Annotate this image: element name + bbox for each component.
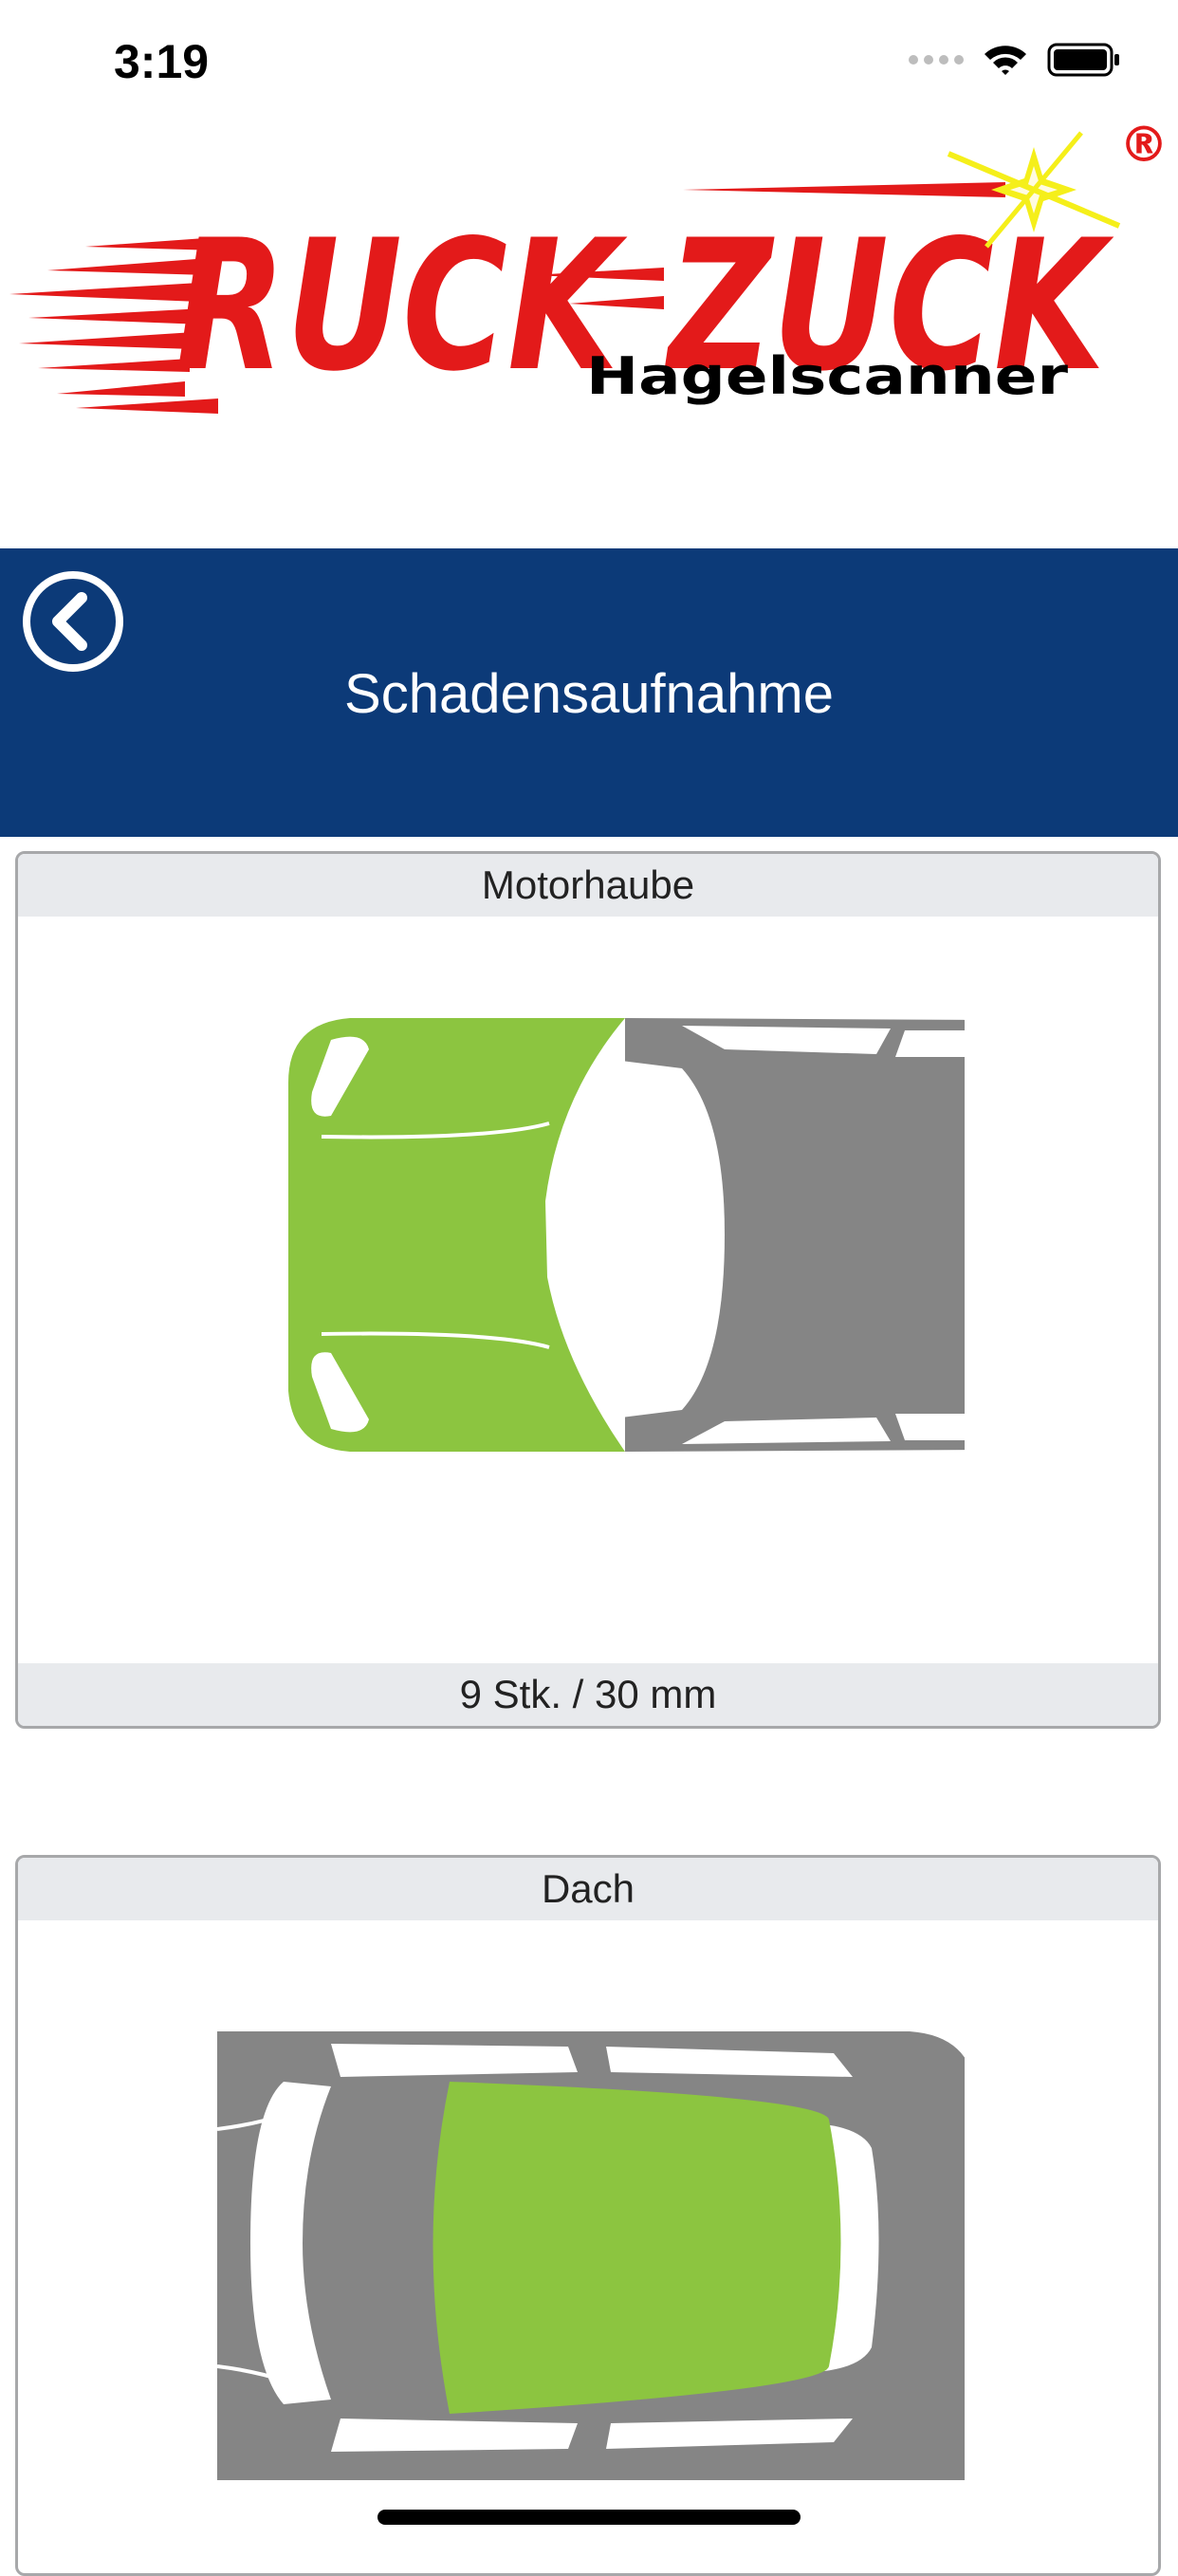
car-diagram — [18, 917, 1158, 1666]
damage-card-dach[interactable]: Dach — [15, 1855, 1161, 2576]
svg-text:Hagelscanner: Hagelscanner — [586, 346, 1068, 406]
back-button[interactable] — [21, 569, 125, 674]
page-title: Schadensaufnahme — [344, 663, 834, 725]
car-hood-highlight-image — [288, 1018, 965, 1452]
damage-card-motorhaube[interactable]: Motorhaube 9 Stk. / 30 mm — [15, 851, 1161, 1729]
card-header: Dach — [18, 1858, 1158, 1920]
svg-text:®: ® — [1119, 123, 1169, 174]
cellular-signal-icon — [909, 55, 964, 65]
status-bar: 3:19 — [0, 0, 1178, 133]
status-icons — [909, 42, 1121, 78]
wifi-icon — [985, 46, 1026, 75]
chevron-left-icon — [23, 571, 123, 672]
card-header: Motorhaube — [18, 854, 1158, 917]
home-indicator[interactable] — [377, 2510, 801, 2525]
battery-icon — [1047, 43, 1119, 77]
status-time: 3:19 — [114, 35, 210, 88]
damage-summary: 9 Stk. / 30 mm — [18, 1663, 1158, 1726]
car-diagram — [18, 1920, 1158, 2573]
car-roof-highlight-image — [217, 2031, 965, 2480]
ruck-zuck-logo: RUCK ZUCK Hagelscanner ® — [0, 117, 1178, 436]
